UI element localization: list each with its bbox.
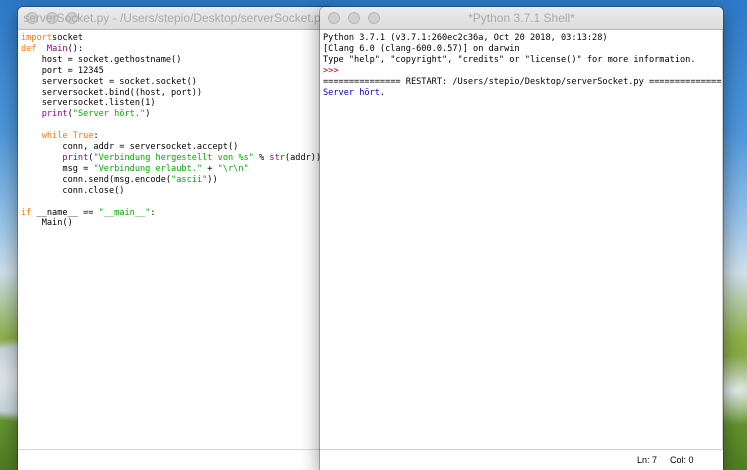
shell-text-area[interactable]: Python 3.7.1 (v3.7.1:260ec2c36a, Oct 20 … bbox=[320, 30, 723, 450]
code-line: print("Verbindung hergestellt von %s" % … bbox=[62, 152, 322, 163]
shell-line: Server hört. bbox=[323, 87, 386, 98]
editor-titlebar[interactable]: serverSocket.py - /Users/stepio/Desktop/… bbox=[18, 7, 332, 30]
shell-line: >>> bbox=[323, 65, 339, 76]
shell-titlebar[interactable]: *Python 3.7.1 Shell* bbox=[320, 7, 723, 30]
code-line: def Main(): bbox=[21, 43, 84, 54]
code-line: importsocket bbox=[21, 33, 84, 43]
code-line: msg = "Verbindung erlaubt." + "\r\n" bbox=[21, 163, 249, 174]
code-line: port = 12345 bbox=[21, 65, 104, 76]
shell-line: =============== RESTART: /Users/stepio/D… bbox=[323, 76, 723, 87]
code-line: Main() bbox=[21, 218, 73, 229]
editor-status-divider bbox=[18, 449, 332, 450]
editor-code[interactable]: importsocket def Main(): host = socket.ge… bbox=[18, 30, 332, 229]
code-line: conn, addr = serversocket.accept() bbox=[21, 142, 239, 153]
shell-line: Python 3.7.1 (v3.7.1:260ec2c36a, Oct 20 … bbox=[323, 33, 608, 43]
column-indicator: Col: 0 bbox=[670, 455, 694, 465]
shell-scroll-track[interactable] bbox=[722, 30, 723, 450]
editor-text-area[interactable]: importsocket def Main(): host = socket.ge… bbox=[18, 30, 332, 470]
shell-line: Type "help", "copyright", "credits" or "… bbox=[323, 54, 696, 65]
shell-status-bar: Ln: 7 Col: 0 bbox=[320, 449, 723, 470]
code-line: while True: bbox=[41, 131, 99, 142]
code-line: print("Server hört.") bbox=[41, 109, 151, 120]
shell-output[interactable]: Python 3.7.1 (v3.7.1:260ec2c36a, Oct 20 … bbox=[320, 30, 723, 98]
code-line: conn.close() bbox=[21, 185, 125, 196]
code-line: conn.send(msg.encode("ascii")) bbox=[21, 174, 218, 185]
shell-title: *Python 3.7.1 Shell* bbox=[468, 11, 575, 25]
code-line: serversocket.listen(1) bbox=[21, 98, 156, 109]
code-line: host = socket.gethostname() bbox=[21, 54, 182, 65]
code-line: serversocket = socket.socket() bbox=[21, 76, 197, 87]
line-indicator: Ln: 7 bbox=[637, 455, 658, 465]
editor-window[interactable]: serverSocket.py - /Users/stepio/Desktop/… bbox=[18, 7, 332, 470]
shell-window[interactable]: *Python 3.7.1 Shell* Python 3.7.1 (v3.7.… bbox=[320, 7, 723, 470]
code-line: if __name__ == "__main__": bbox=[21, 207, 156, 218]
editor-title: serverSocket.py - /Users/stepio/Desktop/… bbox=[23, 11, 327, 25]
shell-line: [Clang 6.0 (clang-600.0.57)] on darwin bbox=[323, 43, 520, 54]
code-line: serversocket.bind((host, port)) bbox=[21, 87, 203, 98]
